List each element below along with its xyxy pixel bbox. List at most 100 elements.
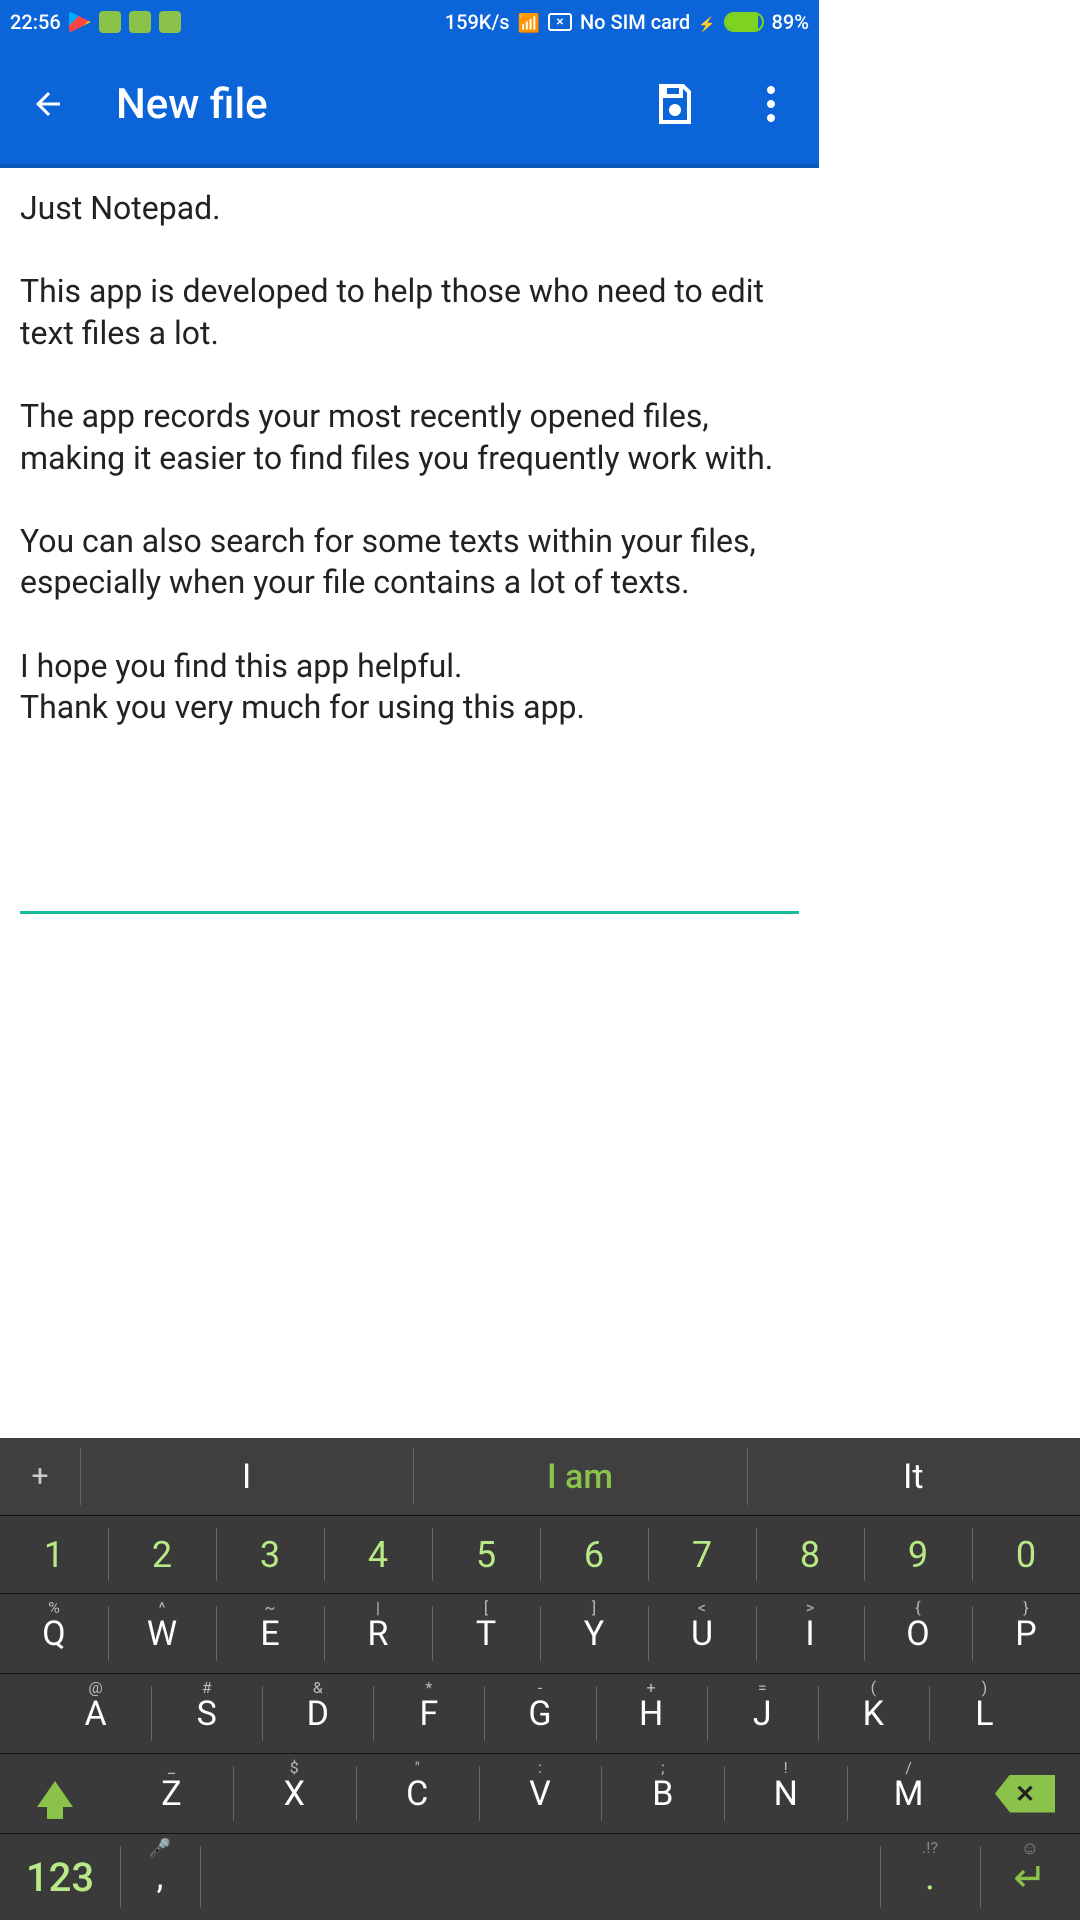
backspace-icon: ✕ — [995, 1775, 1055, 1813]
suggestion-center[interactable]: I am — [413, 1438, 746, 1515]
enter-icon: ↵ — [1013, 1854, 1047, 1901]
page-title: New file — [116, 80, 268, 129]
enter-key[interactable]: ☺ ↵ — [980, 1834, 1080, 1920]
emoji-icon: ☺ — [1021, 1838, 1039, 1859]
key-1[interactable]: 1 — [0, 1516, 108, 1593]
save-button[interactable] — [647, 76, 703, 132]
key-alt: : — [538, 1758, 542, 1777]
period-alt: .!? — [922, 1838, 938, 1857]
suggestion-left[interactable]: I — [80, 1438, 413, 1515]
key-label: Z — [161, 1774, 181, 1814]
battery-icon — [724, 12, 764, 32]
key-9[interactable]: 9 — [864, 1516, 972, 1593]
key-alt: & — [313, 1678, 323, 1697]
back-button[interactable] — [20, 76, 76, 132]
status-bar: 22:56 159K/s No SIM card 89% — [0, 0, 819, 44]
key-d[interactable]: &D — [262, 1674, 373, 1753]
text-editor[interactable] — [20, 188, 799, 914]
key-q[interactable]: %Q — [0, 1594, 108, 1673]
key-u[interactable]: <U — [648, 1594, 756, 1673]
key-label: P — [1015, 1614, 1036, 1654]
key-e[interactable]: ~E — [216, 1594, 324, 1673]
key-alt: | — [376, 1598, 380, 1617]
key-w[interactable]: ^W — [108, 1594, 216, 1673]
key-y[interactable]: ]Y — [540, 1594, 648, 1673]
shift-key[interactable] — [0, 1754, 110, 1833]
key-alt: @ — [88, 1678, 102, 1697]
save-icon — [651, 80, 699, 128]
key-label: I — [805, 1614, 814, 1654]
key-l[interactable]: )L — [929, 1674, 1040, 1753]
key-label: F — [419, 1694, 438, 1734]
key-0[interactable]: 0 — [972, 1516, 1080, 1593]
dot-icon — [767, 114, 775, 122]
overflow-menu-button[interactable] — [743, 76, 799, 132]
qwerty-row-1: %Q^W~E|R[T]Y<U>I{O}P — [0, 1594, 1080, 1674]
status-time: 22:56 — [10, 10, 61, 34]
status-sim: No SIM card — [580, 10, 690, 34]
comma-key[interactable]: 🎤 , — [120, 1834, 200, 1920]
key-3[interactable]: 3 — [216, 1516, 324, 1593]
key-v[interactable]: :V — [479, 1754, 602, 1833]
key-label: T — [476, 1614, 496, 1654]
key-m[interactable]: /M — [847, 1754, 970, 1833]
notif-icon — [99, 11, 121, 33]
key-5[interactable]: 5 — [432, 1516, 540, 1593]
key-label: N — [774, 1774, 798, 1814]
key-p[interactable]: }P — [972, 1594, 1080, 1673]
period-label: . — [925, 1855, 935, 1899]
arrow-left-icon — [30, 86, 66, 122]
qwerty-row-3: _Z$X"C:V;B!N/M ✕ — [0, 1754, 1080, 1834]
wifi-icon — [518, 10, 540, 34]
backspace-key[interactable]: ✕ — [970, 1754, 1080, 1833]
charging-icon — [698, 10, 715, 34]
key-alt: / — [905, 1758, 912, 1777]
key-alt: * — [425, 1678, 432, 1697]
key-alt: ; — [661, 1758, 664, 1777]
key-alt: > — [806, 1598, 814, 1617]
suggestion-expand[interactable]: + — [0, 1438, 80, 1515]
key-i[interactable]: >I — [756, 1594, 864, 1673]
key-7[interactable]: 7 — [648, 1516, 756, 1593]
key-s[interactable]: #S — [151, 1674, 262, 1753]
key-label: K — [863, 1694, 884, 1734]
key-alt: ] — [592, 1598, 596, 1617]
key-label: U — [691, 1614, 713, 1654]
key-alt: - — [538, 1678, 542, 1697]
key-t[interactable]: [T — [432, 1594, 540, 1673]
number-row: 1234567890 — [0, 1516, 1080, 1594]
key-6[interactable]: 6 — [540, 1516, 648, 1593]
key-j[interactable]: =J — [707, 1674, 818, 1753]
key-g[interactable]: -G — [484, 1674, 595, 1753]
soft-keyboard: + I I am It 1234567890 %Q^W~E|R[T]Y<U>I{… — [0, 1438, 1080, 1920]
key-o[interactable]: {O — [864, 1594, 972, 1673]
key-2[interactable]: 2 — [108, 1516, 216, 1593]
key-4[interactable]: 4 — [324, 1516, 432, 1593]
space-key[interactable] — [200, 1834, 880, 1920]
key-f[interactable]: *F — [373, 1674, 484, 1753]
suggestion-right[interactable]: It — [747, 1438, 1080, 1515]
key-label: X — [284, 1774, 305, 1814]
notif-icon — [159, 11, 181, 33]
key-x[interactable]: $X — [233, 1754, 356, 1833]
period-key[interactable]: .!? . — [880, 1834, 980, 1920]
play-store-icon — [69, 11, 91, 33]
key-r[interactable]: |R — [324, 1594, 432, 1673]
key-label: R — [368, 1614, 389, 1654]
key-b[interactable]: ;B — [601, 1754, 724, 1833]
key-k[interactable]: (K — [818, 1674, 929, 1753]
cast-off-icon — [548, 13, 572, 31]
key-n[interactable]: !N — [724, 1754, 847, 1833]
key-label: S — [197, 1694, 217, 1734]
key-c[interactable]: "C — [356, 1754, 479, 1833]
notif-icon — [129, 11, 151, 33]
symbols-mode-key[interactable]: 123 — [0, 1834, 120, 1920]
key-alt: { — [915, 1598, 920, 1617]
key-a[interactable]: @A — [40, 1674, 151, 1753]
key-label: L — [975, 1694, 993, 1734]
key-8[interactable]: 8 — [756, 1516, 864, 1593]
key-alt: ) — [982, 1678, 988, 1697]
key-z[interactable]: _Z — [110, 1754, 233, 1833]
editor-area — [0, 168, 819, 934]
key-h[interactable]: +H — [596, 1674, 707, 1753]
